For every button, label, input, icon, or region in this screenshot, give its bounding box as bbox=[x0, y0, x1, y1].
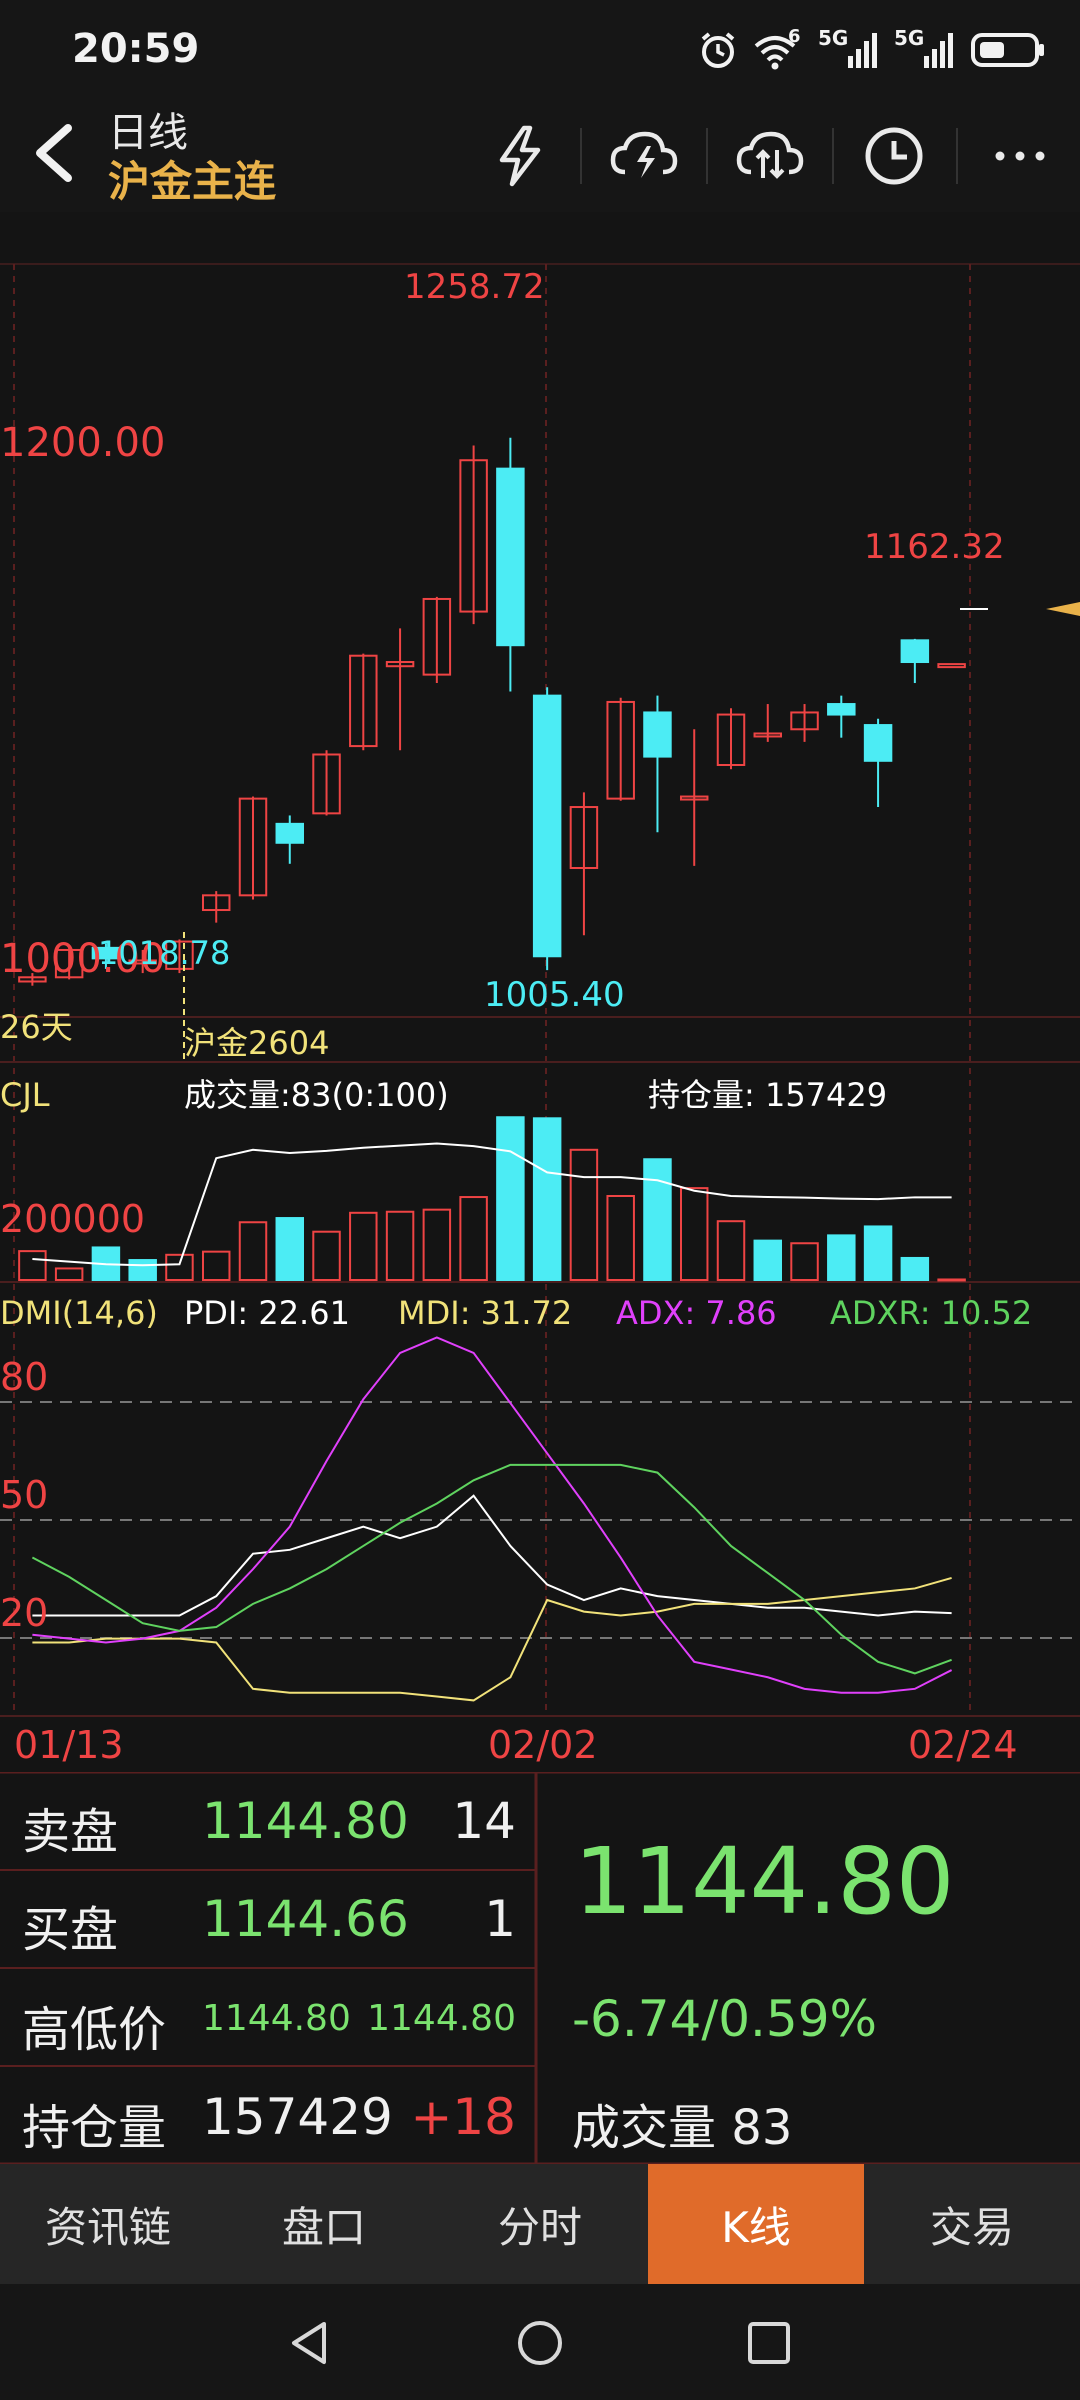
bid-quantity: 1 bbox=[484, 1890, 516, 1948]
price-level-1200: 1200.00 bbox=[0, 420, 165, 466]
low-price: 1144.80 bbox=[367, 1998, 516, 2039]
header-divider bbox=[706, 128, 708, 184]
candle-body bbox=[643, 711, 672, 758]
status-icons: 6 5G 5G bbox=[698, 26, 1046, 72]
pdi-readout: PDI: 22.61 bbox=[184, 1294, 350, 1332]
quote-panel: 卖盘 1144.80 14 买盘 1144.66 1 高低价 1144.80 1… bbox=[0, 1772, 1080, 2164]
volume-bar bbox=[900, 1256, 930, 1281]
signal-indicator-1: 5G bbox=[818, 26, 880, 70]
volume-bar bbox=[275, 1217, 305, 1281]
cloud-sync-icon bbox=[736, 131, 804, 179]
bid-price[interactable]: 1144.66 bbox=[202, 1890, 409, 1948]
dmi-level-50: 50 bbox=[0, 1473, 48, 1517]
adx-readout: ADX: 7.86 bbox=[616, 1294, 777, 1332]
nav-home-icon[interactable] bbox=[515, 2318, 565, 2368]
candle-body bbox=[900, 639, 930, 664]
history-button[interactable] bbox=[852, 114, 936, 198]
adxr-readout: ADXR: 10.52 bbox=[830, 1294, 1032, 1332]
status-bar: 20:59 6 5G 5G bbox=[0, 0, 1080, 100]
more-button[interactable] bbox=[978, 114, 1062, 198]
open-interest-value: 157429 bbox=[202, 2088, 393, 2146]
tab-kline[interactable]: K线 bbox=[648, 2164, 864, 2284]
volume-bar bbox=[753, 1239, 783, 1281]
system-nav-bar bbox=[0, 2284, 1080, 2400]
candle-body bbox=[863, 724, 893, 762]
open-interest-change: +18 bbox=[410, 2088, 516, 2146]
recent-high-label: 1162.32 bbox=[864, 527, 1005, 567]
date-label-end: 02/24 bbox=[908, 1723, 1018, 1767]
volume-label: 成交量 bbox=[572, 2100, 717, 2156]
ask-quantity: 14 bbox=[452, 1792, 516, 1850]
cloud-flash-button[interactable] bbox=[602, 114, 686, 198]
more-dots-icon bbox=[995, 151, 1045, 161]
ask-price[interactable]: 1144.80 bbox=[202, 1792, 409, 1850]
dmi-level-80: 80 bbox=[0, 1355, 48, 1399]
volume-axis-label: 200000 bbox=[0, 1197, 145, 1241]
candle-body bbox=[827, 703, 856, 716]
volume-panel-name: CJL bbox=[0, 1076, 50, 1114]
open-interest-readout: 持仓量: 157429 bbox=[648, 1076, 887, 1114]
nav-recents-icon[interactable] bbox=[744, 2318, 794, 2368]
high-price: 1144.80 bbox=[202, 1998, 351, 2039]
date-label-start: 01/13 bbox=[14, 1723, 124, 1767]
volume-summary: 成交量 83 bbox=[572, 2088, 792, 2158]
header-divider bbox=[956, 128, 958, 184]
contract-marker: 沪金2604 bbox=[184, 1024, 329, 1062]
low-price-label: 1005.40 bbox=[484, 975, 625, 1015]
cloud-lightning-icon bbox=[610, 131, 678, 178]
last-price: 1144.80 bbox=[574, 1828, 955, 1935]
tab-trade[interactable]: 交易 bbox=[864, 2164, 1080, 2284]
page-title[interactable]: 沪金主连 bbox=[108, 148, 276, 209]
candle-body bbox=[496, 467, 525, 647]
volume-bar bbox=[937, 1278, 966, 1282]
volume-bar bbox=[532, 1117, 562, 1281]
kline-chart[interactable]: 1200.00 1000.00 1258.72 1005.40 1162.32 … bbox=[0, 212, 1080, 1772]
signal-indicator-2: 5G bbox=[894, 26, 956, 70]
header: 日线 沪金主连 bbox=[0, 100, 1080, 212]
dmi-panel-name: DMI(14,6) bbox=[0, 1294, 158, 1332]
nav-back-icon[interactable] bbox=[284, 2318, 334, 2368]
candle-body bbox=[532, 694, 562, 958]
left-low-label: 1018.78 bbox=[98, 934, 230, 972]
wifi-indicator: 6 bbox=[752, 26, 804, 70]
lightning-icon bbox=[499, 125, 541, 187]
volume-bar bbox=[643, 1158, 672, 1281]
days-label: 26天 bbox=[0, 1008, 73, 1046]
chevron-left-icon bbox=[36, 124, 72, 182]
high-price-label: 1258.72 bbox=[404, 267, 545, 307]
back-button[interactable] bbox=[22, 118, 92, 188]
volume-value: 83 bbox=[731, 2100, 793, 2156]
volume-bar bbox=[827, 1234, 856, 1281]
candle-body bbox=[275, 822, 305, 844]
tab-intraday[interactable]: 分时 bbox=[432, 2164, 648, 2284]
cloud-sync-button[interactable] bbox=[728, 114, 812, 198]
volume-bar bbox=[863, 1225, 893, 1282]
date-label-mid: 02/02 bbox=[488, 1723, 598, 1767]
mdi-readout: MDI: 31.72 bbox=[398, 1294, 572, 1332]
header-divider bbox=[832, 128, 834, 184]
status-time: 20:59 bbox=[72, 26, 200, 72]
bid-label: 买盘 bbox=[22, 1902, 119, 1958]
bottom-tab-bar: 资讯链 盘口 分时 K线 交易 bbox=[0, 2164, 1080, 2284]
tab-news-chain[interactable]: 资讯链 bbox=[0, 2164, 216, 2284]
header-divider bbox=[580, 128, 582, 184]
alarm-icon bbox=[701, 32, 735, 68]
high-low-label: 高低价 bbox=[22, 2002, 167, 2058]
clock-icon bbox=[865, 127, 923, 185]
ask-label: 卖盘 bbox=[22, 1804, 119, 1860]
volume-readout: 成交量:83(0:100) bbox=[184, 1076, 449, 1114]
battery-icon bbox=[971, 33, 1044, 67]
signal-bars-icon bbox=[848, 33, 877, 68]
dmi-level-20: 20 bbox=[0, 1591, 48, 1635]
candle bbox=[532, 687, 562, 971]
tab-order-book[interactable]: 盘口 bbox=[216, 2164, 432, 2284]
open-interest-label: 持仓量 bbox=[22, 2100, 167, 2156]
volume-bar bbox=[496, 1116, 525, 1281]
flash-button[interactable] bbox=[478, 114, 562, 198]
wifi-label: 6 bbox=[788, 26, 801, 47]
price-change: -6.74/0.59% bbox=[572, 1990, 878, 2048]
signal-bars-icon bbox=[924, 33, 953, 68]
volume-bar bbox=[128, 1259, 157, 1282]
